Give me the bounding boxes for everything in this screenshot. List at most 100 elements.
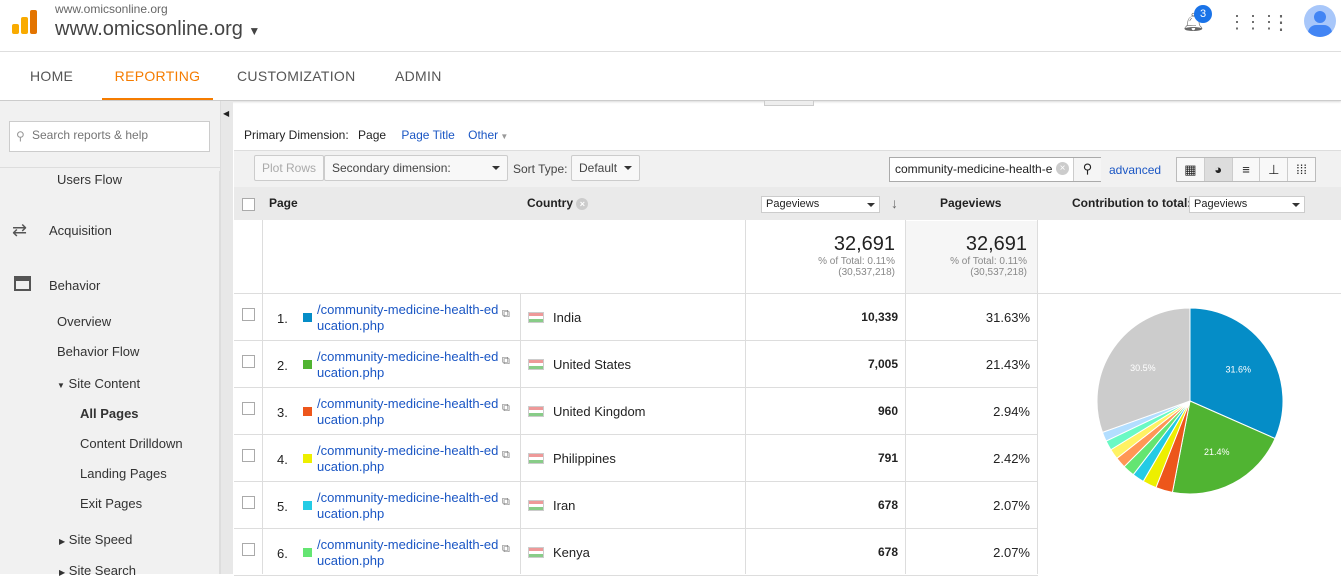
sidebar-item-landing-pages[interactable]: Landing Pages bbox=[80, 466, 167, 481]
analytics-logo-icon[interactable] bbox=[12, 10, 38, 34]
sidebar-item-all-pages[interactable]: All Pages bbox=[80, 406, 139, 421]
pie-slice-label: 31.6% bbox=[1226, 365, 1252, 375]
avatar[interactable] bbox=[1304, 5, 1336, 37]
tab-customization[interactable]: CUSTOMIZATION bbox=[237, 52, 356, 100]
page-link[interactable]: /community-medicine-health-education.php bbox=[317, 537, 502, 569]
sort-descending-icon[interactable]: ↓ bbox=[891, 195, 898, 211]
pageviews-percent: 21.43% bbox=[985, 357, 1030, 372]
row-checkbox[interactable] bbox=[242, 402, 255, 415]
pie-slice-label: 30.5% bbox=[1130, 363, 1156, 373]
page-link[interactable]: /community-medicine-health-education.php bbox=[317, 490, 502, 522]
table-row: 5. /community-medicine-health-education.… bbox=[234, 482, 1038, 529]
country-flag-icon bbox=[528, 500, 544, 511]
dimension-other[interactable]: Other bbox=[468, 128, 498, 142]
select-all-checkbox[interactable] bbox=[242, 198, 255, 211]
tab-admin[interactable]: ADMIN bbox=[395, 52, 442, 100]
pie-view-icon[interactable]: ◕ bbox=[1204, 158, 1233, 181]
column-header-country[interactable]: Country × bbox=[527, 187, 589, 220]
sidebar-item-content-drilldown[interactable]: Content Drilldown bbox=[80, 436, 183, 451]
open-link-icon[interactable]: ⧉ bbox=[502, 402, 510, 415]
table-filter-input[interactable]: community-medicine-health-e bbox=[895, 162, 1055, 176]
open-link-icon[interactable]: ⧉ bbox=[502, 355, 510, 368]
row-number: 4. bbox=[277, 452, 288, 467]
collapsed-triangle-icon: ▶ bbox=[59, 568, 66, 577]
tab-reporting[interactable]: REPORTING bbox=[102, 52, 213, 100]
advanced-filter-link[interactable]: advanced bbox=[1109, 163, 1161, 177]
contribution-select[interactable]: Pageviews bbox=[1189, 196, 1305, 213]
search-icon: ⚲ bbox=[16, 129, 25, 143]
country-flag-icon bbox=[528, 453, 544, 464]
dimension-page[interactable]: Page bbox=[358, 128, 386, 142]
page-link[interactable]: /community-medicine-health-education.php bbox=[317, 302, 502, 334]
sidebar-item-acquisition[interactable]: ⇄ Acquisition bbox=[12, 220, 112, 241]
metric-select[interactable]: Pageviews bbox=[761, 196, 880, 213]
tab-home[interactable]: HOME bbox=[30, 52, 73, 100]
row-checkbox[interactable] bbox=[242, 308, 255, 321]
view-switcher: ▦ ◕ ≡ ⊥ ⁞⁞⁞ bbox=[1176, 157, 1316, 182]
page-link[interactable]: /community-medicine-health-education.php bbox=[317, 443, 502, 475]
row-checkbox[interactable] bbox=[242, 449, 255, 462]
country-link[interactable]: Kenya bbox=[553, 545, 590, 560]
search-reports-box[interactable]: ⚲ bbox=[9, 121, 210, 152]
column-header-page[interactable]: Page bbox=[269, 187, 298, 220]
series-color-swatch bbox=[303, 360, 312, 369]
dimension-page-title[interactable]: Page Title bbox=[401, 128, 454, 142]
secondary-dimension-select[interactable]: Secondary dimension: Country bbox=[324, 155, 508, 199]
table-filter-box[interactable]: community-medicine-health-e × ⚲ bbox=[889, 157, 1101, 182]
dropdown-icon bbox=[624, 166, 632, 170]
performance-view-icon[interactable]: ≡ bbox=[1233, 158, 1261, 181]
country-link[interactable]: India bbox=[553, 310, 581, 325]
row-checkbox[interactable] bbox=[242, 355, 255, 368]
pie-slice-label: 21.4% bbox=[1204, 447, 1230, 457]
sidebar-item-users-flow[interactable]: Users Flow bbox=[57, 172, 122, 187]
search-input[interactable] bbox=[32, 128, 202, 142]
open-link-icon[interactable]: ⧉ bbox=[502, 449, 510, 462]
collapsed-triangle-icon: ▶ bbox=[59, 537, 66, 546]
column-header-pageviews[interactable]: Pageviews bbox=[940, 187, 1001, 220]
country-link[interactable]: Philippines bbox=[553, 451, 616, 466]
search-button[interactable]: ⚲ bbox=[1073, 158, 1101, 181]
page-link[interactable]: /community-medicine-health-education.php bbox=[317, 396, 502, 428]
sort-type-select[interactable]: Default bbox=[571, 155, 640, 181]
remove-dimension-icon[interactable]: × bbox=[576, 198, 589, 210]
table-view-icon[interactable]: ▦ bbox=[1177, 158, 1205, 181]
table-row: 6. /community-medicine-health-education.… bbox=[234, 529, 1038, 576]
acquisition-icon: ⇄ bbox=[12, 220, 28, 240]
pageviews-value: 678 bbox=[877, 498, 898, 512]
row-number: 3. bbox=[277, 405, 288, 420]
sidebar-item-behavior-flow[interactable]: Behavior Flow bbox=[57, 344, 139, 359]
expanded-triangle-icon: ▼ bbox=[57, 381, 65, 390]
sidebar-item-site-search[interactable]: ▶ Site Search bbox=[59, 563, 136, 578]
pivot-view-icon[interactable]: ⁞⁞⁞ bbox=[1288, 158, 1315, 181]
sidebar-item-behavior[interactable]: Behavior bbox=[14, 276, 100, 294]
sidebar-item-site-content[interactable]: ▼ Site Content bbox=[57, 376, 140, 391]
country-link[interactable]: United Kingdom bbox=[553, 404, 646, 419]
sidebar-item-exit-pages[interactable]: Exit Pages bbox=[80, 496, 142, 511]
open-link-icon[interactable]: ⧉ bbox=[502, 543, 510, 556]
plot-rows-button[interactable]: Plot Rows bbox=[254, 155, 325, 181]
collapse-handle[interactable] bbox=[764, 100, 814, 106]
sidebar-item-site-speed[interactable]: ▶ Site Speed bbox=[59, 532, 132, 547]
clear-filter-icon[interactable]: × bbox=[1056, 162, 1069, 175]
property-selector[interactable]: www.omicsonline.org ▼ bbox=[55, 18, 260, 41]
row-checkbox[interactable] bbox=[242, 543, 255, 556]
pageviews-value: 10,339 bbox=[861, 310, 898, 324]
open-link-icon[interactable]: ⧉ bbox=[502, 496, 510, 509]
country-link[interactable]: Iran bbox=[553, 498, 575, 513]
apps-grid-icon[interactable]: ⋮⋮⋮ bbox=[1228, 12, 1278, 33]
sidebar-item-overview[interactable]: Overview bbox=[57, 314, 111, 329]
series-color-swatch bbox=[303, 407, 312, 416]
country-link[interactable]: United States bbox=[553, 357, 631, 372]
row-checkbox[interactable] bbox=[242, 496, 255, 509]
country-flag-icon bbox=[528, 547, 544, 558]
more-menu-icon[interactable]: ⋮ bbox=[1271, 10, 1291, 35]
page-link[interactable]: /community-medicine-health-education.php bbox=[317, 349, 502, 381]
pageviews-value: 791 bbox=[877, 451, 898, 465]
series-color-swatch bbox=[303, 454, 312, 463]
pie-chart: 31.6% 21.4% 30.5% bbox=[1096, 307, 1284, 495]
comparison-view-icon[interactable]: ⊥ bbox=[1260, 158, 1289, 181]
open-link-icon[interactable]: ⧉ bbox=[502, 308, 510, 321]
pageviews-percent: 31.63% bbox=[985, 310, 1030, 325]
dropdown-icon: ▼ bbox=[498, 132, 509, 141]
collapse-sidebar-button[interactable]: ◀ bbox=[220, 101, 233, 574]
